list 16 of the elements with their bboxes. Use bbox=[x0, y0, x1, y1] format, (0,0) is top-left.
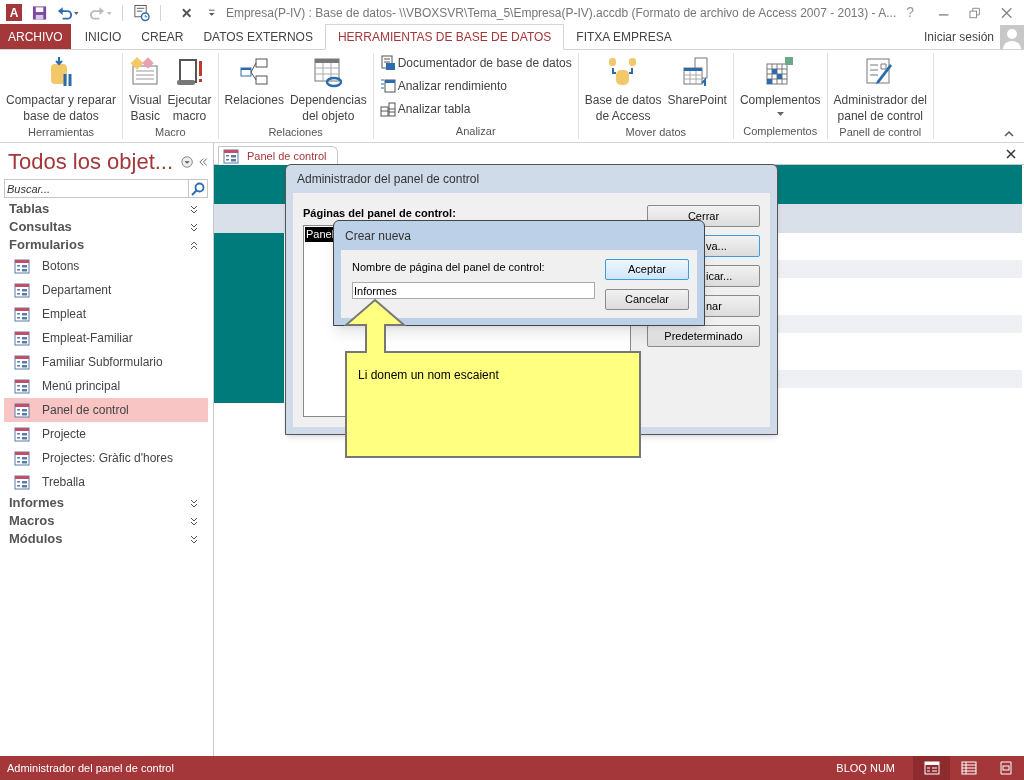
group-label: Analizar bbox=[454, 124, 497, 139]
group-label: Complementos bbox=[742, 124, 819, 139]
callout-text: Li donem un nom escaient bbox=[358, 367, 499, 384]
dialog-title: Administrador del panel de control bbox=[296, 171, 481, 188]
status-text: Administrador del panel de control bbox=[6, 760, 174, 776]
list-label: Páginas del panel de control: bbox=[303, 206, 457, 221]
group-label: Herramientas bbox=[27, 125, 96, 140]
status-indicator: BLOQ NUM bbox=[836, 760, 895, 776]
field-label: Nombre de página del panel de control: bbox=[352, 260, 546, 275]
group-label: Relaciones bbox=[267, 125, 324, 140]
group-label: Mover datos bbox=[624, 125, 688, 140]
group-label: Panell de control bbox=[838, 125, 923, 140]
pane-title: Todos los objet... bbox=[7, 149, 174, 175]
dialog-title: Crear nueva bbox=[344, 227, 413, 245]
group-label: Macro bbox=[154, 125, 187, 140]
window-title: Empresa(P-IV) : Base de datos- \\VBOXSVR\Tema_5\Empresa(P-IV).accdb (Formato de archivo de Access 2007 - 2013) - A... bbox=[225, 4, 897, 22]
